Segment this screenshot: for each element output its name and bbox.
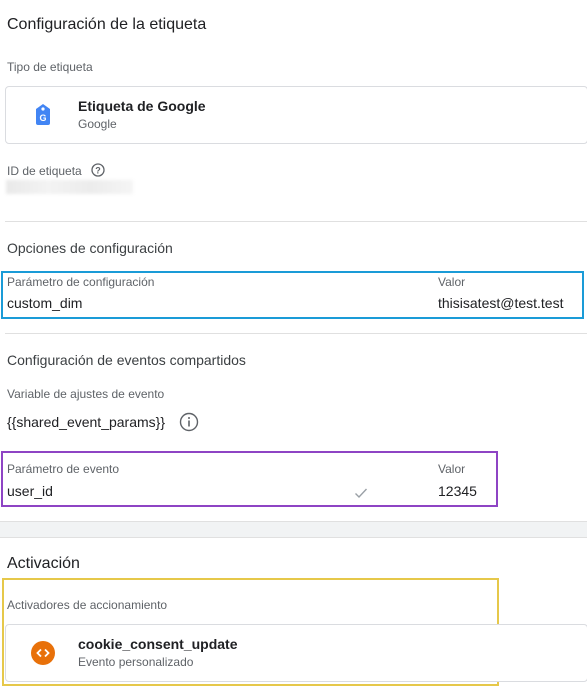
activation-heading: Activación	[7, 555, 80, 572]
divider	[5, 333, 587, 334]
svg-text:G: G	[39, 113, 46, 123]
config-param-header: Parámetro de configuración	[7, 275, 155, 289]
tag-id-redacted	[6, 180, 133, 194]
page-title: Configuración de la etiqueta	[7, 16, 207, 33]
svg-text:?: ?	[95, 166, 101, 176]
divider	[5, 221, 587, 222]
trigger-card[interactable]: cookie_consent_update Evento personaliza…	[5, 624, 587, 682]
event-value-header: Valor	[438, 462, 466, 476]
section-separator	[0, 521, 587, 538]
check-icon	[354, 486, 368, 499]
trigger-type: Evento personalizado	[78, 655, 194, 669]
event-variable-value[interactable]: {{shared_event_params}}	[7, 414, 165, 430]
trigger-name: cookie_consent_update	[78, 636, 238, 652]
event-param-highlight	[1, 451, 498, 507]
google-tag-icon: G	[33, 103, 53, 127]
tag-name: Etiqueta de Google	[78, 98, 206, 114]
tag-type-label: Tipo de etiqueta	[7, 60, 93, 74]
tag-vendor: Google	[78, 117, 117, 131]
event-param-value[interactable]: 12345	[438, 483, 477, 499]
help-icon[interactable]: ?	[91, 163, 105, 177]
config-param-name[interactable]: custom_dim	[7, 295, 82, 311]
triggers-label: Activadores de accionamiento	[7, 598, 168, 612]
config-options-heading: Opciones de configuración	[7, 240, 173, 256]
config-param-value[interactable]: thisisatest@test.test	[438, 295, 563, 311]
config-value-header: Valor	[438, 275, 466, 289]
shared-events-heading: Configuración de eventos compartidos	[7, 352, 246, 368]
custom-event-icon	[31, 641, 55, 665]
event-param-header: Parámetro de evento	[7, 462, 120, 476]
info-icon[interactable]	[179, 412, 199, 432]
event-param-name[interactable]: user_id	[7, 483, 53, 499]
tag-id-label: ID de etiqueta	[7, 164, 82, 178]
event-variable-label: Variable de ajustes de evento	[7, 387, 165, 401]
tag-type-card[interactable]: G Etiqueta de Google Google	[5, 86, 587, 144]
